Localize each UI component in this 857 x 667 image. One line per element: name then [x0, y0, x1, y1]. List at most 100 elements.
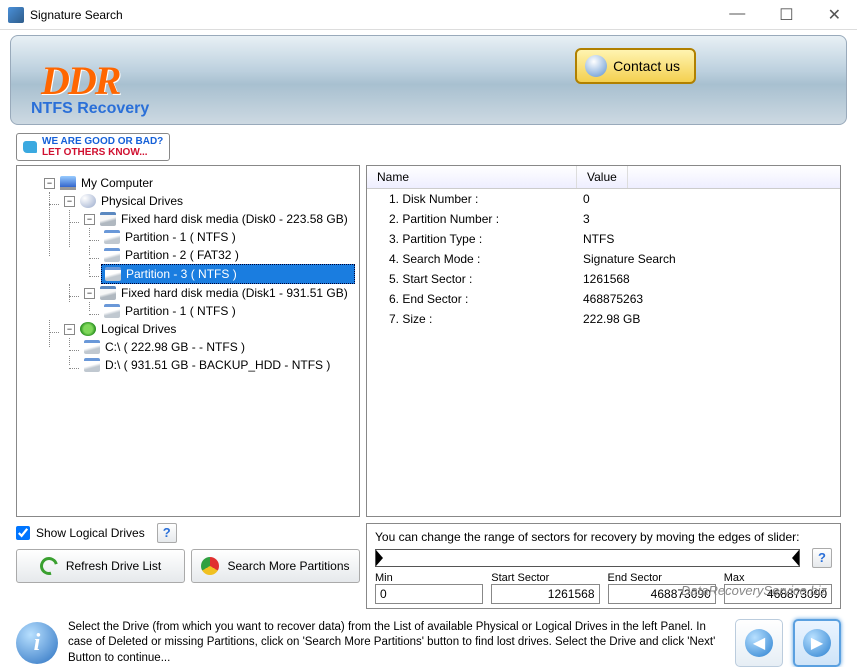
col-header-value[interactable]: Value: [577, 166, 628, 188]
tree-toggle[interactable]: −: [64, 324, 75, 335]
arrow-left-icon: ◀: [745, 629, 773, 657]
ico-disk-icon: [100, 286, 116, 300]
show-logical-checkbox[interactable]: [16, 526, 30, 540]
sector-slider[interactable]: [375, 549, 800, 567]
footer-text: Select the Drive (from which you want to…: [68, 620, 725, 667]
next-button[interactable]: ▶: [793, 619, 841, 667]
back-button[interactable]: ◀: [735, 619, 783, 667]
property-row: 2. Partition Number : 3: [367, 209, 840, 229]
property-value: 0: [577, 192, 590, 206]
ico-part-icon: [104, 304, 120, 318]
tree-label: Physical Drives: [101, 194, 183, 208]
property-name: 5. Start Sector :: [367, 272, 577, 286]
slider-hint: You can change the range of sectors for …: [375, 530, 832, 544]
window-title: Signature Search: [30, 8, 721, 22]
property-value: 1261568: [577, 272, 630, 286]
property-name: 1. Disk Number :: [367, 192, 577, 206]
min-input[interactable]: [375, 584, 483, 604]
show-logical-label: Show Logical Drives: [36, 526, 145, 540]
max-label: Max: [724, 572, 832, 584]
drive-tree-panel: − My Computer − Physical Drives − Fixed …: [16, 165, 360, 517]
search-more-label: Search More Partitions: [227, 559, 349, 573]
feedback-chip[interactable]: WE ARE GOOD OR BAD? LET OTHERS KNOW...: [16, 133, 170, 161]
tree-disk-0[interactable]: − Fixed hard disk media (Disk0 - 223.58 …: [81, 210, 355, 228]
property-value: 3: [577, 212, 590, 226]
contact-label: Contact us: [613, 58, 680, 74]
end-sector-input[interactable]: [608, 584, 716, 604]
close-button[interactable]: ✕: [820, 5, 849, 25]
ico-part-icon: [84, 358, 100, 372]
properties-panel: Name Value 1. Disk Number : 0 2. Partiti…: [366, 165, 841, 517]
tree-toggle[interactable]: −: [64, 196, 75, 207]
info-icon: i: [16, 622, 58, 664]
contact-us-button[interactable]: Contact us: [575, 48, 696, 84]
ico-disk-icon: [100, 212, 116, 226]
sector-range-panel: You can change the range of sectors for …: [366, 523, 841, 609]
tree-my-computer[interactable]: − My Computer: [41, 174, 355, 192]
search-more-partitions-button[interactable]: Search More Partitions: [191, 549, 360, 583]
tree-label: Logical Drives: [101, 322, 176, 336]
ico-computer-icon: [60, 176, 76, 190]
help-button[interactable]: ?: [157, 523, 177, 543]
tree-label: Partition - 1 ( NTFS ): [125, 230, 236, 244]
tree-physical-drives[interactable]: − Physical Drives: [61, 192, 355, 210]
logo: DDR: [41, 57, 119, 104]
property-value: 222.98 GB: [577, 312, 640, 326]
refresh-icon: [37, 554, 62, 579]
property-name: 2. Partition Number :: [367, 212, 577, 226]
minimize-button[interactable]: —: [721, 5, 753, 25]
property-row: 6. End Sector : 468875263: [367, 289, 840, 309]
ico-part-icon: [104, 230, 120, 244]
end-sector-label: End Sector: [608, 572, 716, 584]
tree-label: Partition - 2 ( FAT32 ): [125, 248, 239, 262]
tree-label: Fixed hard disk media (Disk0 - 223.58 GB…: [121, 212, 348, 226]
tree-toggle[interactable]: −: [84, 214, 95, 225]
start-sector-input[interactable]: [491, 584, 599, 604]
slider-handle-right[interactable]: [792, 550, 799, 566]
feedback-line1: WE ARE GOOD OR BAD?: [42, 136, 163, 147]
property-row: 1. Disk Number : 0: [367, 189, 840, 209]
max-input[interactable]: [724, 584, 832, 604]
ico-part-icon: [104, 248, 120, 262]
tree-label: D:\ ( 931.51 GB - BACKUP_HDD - NTFS ): [105, 358, 330, 372]
tree-logical-drives[interactable]: − Logical Drives: [61, 320, 355, 338]
ico-part-icon: [84, 340, 100, 354]
property-row: 4. Search Mode : Signature Search: [367, 249, 840, 269]
property-name: 4. Search Mode :: [367, 252, 577, 266]
thumbs-up-icon: [23, 141, 37, 153]
col-header-name[interactable]: Name: [367, 166, 577, 188]
refresh-drive-list-button[interactable]: Refresh Drive List: [16, 549, 185, 583]
arrow-right-icon: ▶: [803, 629, 831, 657]
ico-drives-icon: [80, 194, 96, 208]
tree-label: My Computer: [81, 176, 153, 190]
tree-toggle[interactable]: −: [84, 288, 95, 299]
tree-label: Partition - 1 ( NTFS ): [125, 304, 236, 318]
tree-logical-0[interactable]: C:\ ( 222.98 GB - - NTFS ): [81, 338, 355, 356]
property-value: NTFS: [577, 232, 614, 246]
ico-part-icon: [105, 267, 121, 281]
app-icon: [8, 7, 24, 23]
app-header: DDR Contact us NTFS Recovery: [10, 35, 847, 125]
tree-label: Partition - 3 ( NTFS ): [126, 267, 237, 281]
refresh-label: Refresh Drive List: [66, 559, 161, 573]
tree-toggle[interactable]: −: [44, 178, 55, 189]
min-label: Min: [375, 572, 483, 584]
tree-logical-1[interactable]: D:\ ( 931.51 GB - BACKUP_HDD - NTFS ): [81, 356, 355, 374]
tree-disk-1[interactable]: − Fixed hard disk media (Disk1 - 931.51 …: [81, 284, 355, 302]
tree-partition-0-2[interactable]: Partition - 3 ( NTFS ): [101, 264, 355, 284]
property-row: 3. Partition Type : NTFS: [367, 229, 840, 249]
property-name: 6. End Sector :: [367, 292, 577, 306]
property-value: Signature Search: [577, 252, 676, 266]
tree-partition-0-1[interactable]: Partition - 2 ( FAT32 ): [101, 246, 355, 264]
slider-help-button[interactable]: ?: [812, 548, 832, 568]
property-name: 3. Partition Type :: [367, 232, 577, 246]
tree-partition-0-0[interactable]: Partition - 1 ( NTFS ): [101, 228, 355, 246]
property-value: 468875263: [577, 292, 643, 306]
tree-partition-1-0[interactable]: Partition - 1 ( NTFS ): [101, 302, 355, 320]
tree-label: Fixed hard disk media (Disk1 - 931.51 GB…: [121, 286, 348, 300]
app-subtitle: NTFS Recovery: [31, 100, 149, 118]
maximize-button[interactable]: ☐: [771, 5, 801, 25]
window-titlebar: Signature Search — ☐ ✕: [0, 0, 857, 30]
slider-handle-left[interactable]: [376, 550, 383, 566]
property-row: 7. Size : 222.98 GB: [367, 309, 840, 329]
